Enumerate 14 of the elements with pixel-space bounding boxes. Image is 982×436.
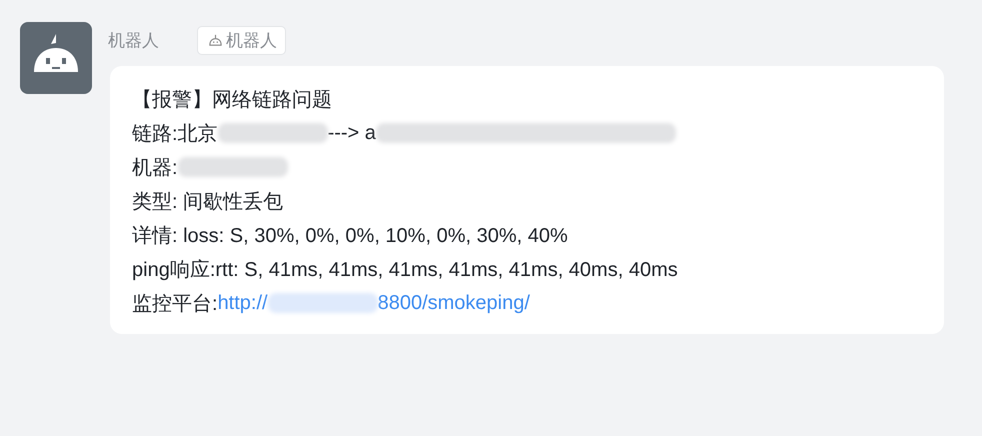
link-text[interactable]: 8800/smokeping/	[378, 292, 530, 314]
link-text[interactable]: http://	[218, 292, 268, 314]
message-text: 机器:	[132, 156, 178, 180]
message-text: 监控平台:	[132, 292, 218, 316]
message-text: ---> a	[328, 122, 376, 144]
message-text: ping响应:rtt: S, 41ms, 41ms, 41ms, 41ms, 41ms, 40ms, 40ms	[132, 258, 678, 282]
message-text: 链路:北京	[132, 122, 218, 146]
robot-icon	[208, 32, 223, 48]
message-text: 【报警】网络链路问题	[132, 88, 332, 112]
tag-label: 机器人	[226, 30, 277, 52]
sender-name: 机器人	[108, 30, 159, 52]
robot-icon	[20, 22, 92, 94]
message-text: 详情: loss: S, 30%, 0%, 0%, 10%, 0%, 30%, 40%	[132, 224, 568, 248]
message-text: 类型: 间歇性丢包	[132, 190, 284, 214]
